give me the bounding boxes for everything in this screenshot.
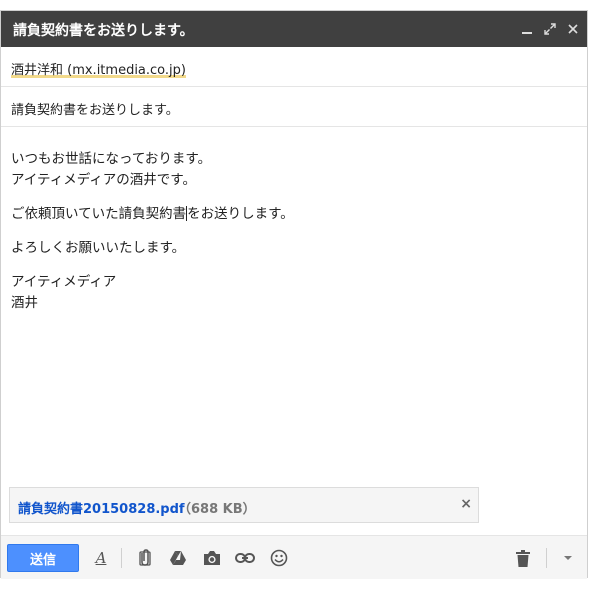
body-line: よろしくお願いいたします。: [11, 240, 186, 256]
body-paragraph: いつもお世話になっております。 アイティメディアの酒井です。: [11, 149, 571, 191]
camera-icon[interactable]: [201, 547, 223, 569]
expand-icon[interactable]: [540, 11, 560, 47]
compose-toolbar: 送信 A: [1, 535, 587, 579]
body-text-after-caret: をお送りします。: [187, 206, 294, 222]
signature: アイティメディア 酒井: [11, 272, 571, 314]
minimize-icon[interactable]: [517, 11, 537, 47]
attach-icon[interactable]: [134, 547, 156, 569]
compose-titlebar[interactable]: 請負契約書をお送りします。: [1, 11, 587, 47]
toolbar-divider: [546, 548, 547, 568]
body-line: いつもお世話になっております。: [11, 151, 212, 167]
format-text-icon[interactable]: A: [90, 547, 112, 569]
format-text-glyph: A: [95, 549, 107, 567]
remove-attachment-icon[interactable]: ×: [460, 496, 472, 512]
trash-icon[interactable]: [512, 547, 534, 569]
compose-window: 請負契約書をお送りします。 酒井洋和 (mx.itmedia.co.jp) 請負…: [0, 10, 588, 579]
body-text-before-caret: ご依頼頂いていた請負契約書: [11, 206, 187, 222]
body-paragraph: よろしくお願いいたします。: [11, 238, 571, 259]
window-title: 請負契約書をお送りします。: [13, 23, 194, 39]
signature-name: 酒井: [11, 295, 38, 311]
drive-icon[interactable]: [167, 547, 189, 569]
emoji-icon[interactable]: [268, 547, 290, 569]
link-icon[interactable]: [234, 547, 256, 569]
toolbar-divider: [121, 548, 122, 568]
more-options-icon[interactable]: [557, 547, 579, 569]
body-line: アイティメディアの酒井です。: [11, 172, 196, 188]
subject-input[interactable]: 請負契約書をお送りします。: [11, 99, 179, 118]
to-field[interactable]: 酒井洋和 (mx.itmedia.co.jp): [1, 47, 587, 87]
close-icon[interactable]: [563, 11, 583, 47]
attachment-size: （688 KB）: [178, 502, 256, 517]
signature-company: アイティメディア: [11, 274, 117, 290]
recipient-chip[interactable]: 酒井洋和 (mx.itmedia.co.jp): [11, 59, 186, 78]
send-button[interactable]: 送信: [7, 544, 79, 572]
attachment-filename[interactable]: 請負契約書20150828.pdf: [18, 498, 185, 517]
subject-field[interactable]: 請負契約書をお送りします。: [1, 87, 587, 127]
body-paragraph: ご依頼頂いていた請負契約書をお送りします。: [11, 204, 571, 225]
message-body[interactable]: いつもお世話になっております。 アイティメディアの酒井です。 ご依頼頂いていた請…: [11, 149, 571, 327]
attachment-chip[interactable]: 請負契約書20150828.pdf （688 KB） ×: [9, 487, 479, 523]
